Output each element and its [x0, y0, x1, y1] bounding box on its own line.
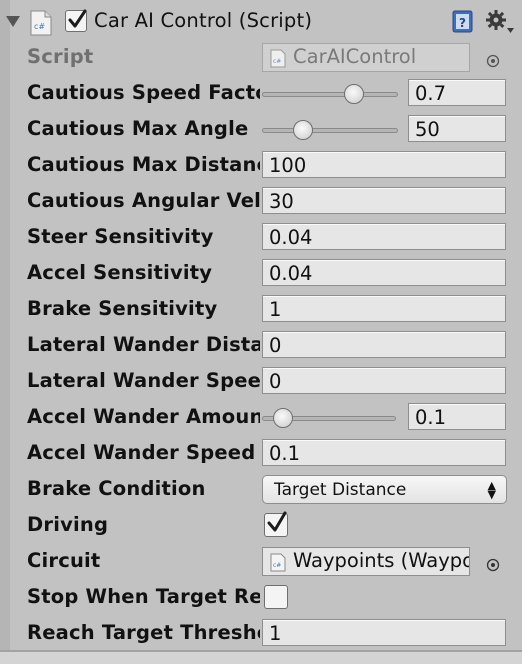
- circuit-label: Circuit: [27, 549, 101, 572]
- reach-target-threshold-row: Reach Target Threshold 1: [0, 616, 522, 652]
- svg-text:c#: c#: [34, 22, 45, 31]
- stop-when-target-reached-row: Stop When Target Reached: [0, 580, 522, 616]
- help-book-icon[interactable]: ?: [452, 10, 474, 34]
- cautious-angular-velocity-row: Cautious Angular Velocity 30: [0, 184, 522, 220]
- component-enabled-checkbox[interactable]: [65, 9, 87, 32]
- lateral-wander-speed-row: Lateral Wander Speed 0: [0, 364, 522, 400]
- triangle-down-icon[interactable]: [6, 16, 20, 27]
- svg-text:c#: c#: [273, 562, 281, 569]
- script-row: Script c# CarAIControl: [0, 40, 522, 76]
- brake-sensitivity-label: Brake Sensitivity: [27, 297, 218, 320]
- cautious-max-angle-slider-thumb[interactable]: [293, 120, 313, 140]
- accel-wander-amount-row: Accel Wander Amount 0.1: [0, 400, 522, 436]
- brake-condition-label: Brake Condition: [27, 477, 206, 500]
- accel-wander-speed-row: Accel Wander Speed 0.1: [0, 436, 522, 472]
- lateral-wander-distance-input[interactable]: 0: [262, 331, 506, 358]
- accel-wander-amount-label: Accel Wander Amount: [27, 405, 260, 428]
- panel-footer: [0, 652, 522, 664]
- brake-sensitivity-row: Brake Sensitivity 1: [0, 292, 522, 328]
- cautious-angular-velocity-input[interactable]: 30: [262, 187, 506, 214]
- accel-wander-amount-slider-thumb[interactable]: [273, 408, 293, 428]
- steer-sensitivity-row: Steer Sensitivity 0.04: [0, 220, 522, 256]
- brake-condition-dropdown[interactable]: Target Distance ▲ ▼: [262, 475, 507, 504]
- script-label: Script: [27, 45, 94, 68]
- accel-sensitivity-label: Accel Sensitivity: [27, 261, 213, 284]
- steer-sensitivity-label: Steer Sensitivity: [27, 225, 214, 248]
- cautious-max-distance-label: Cautious Max Distance: [27, 153, 260, 176]
- cautious-speed-factor-label: Cautious Speed Factor: [27, 81, 260, 104]
- cautious-speed-factor-slider-track[interactable]: [262, 92, 398, 97]
- reach-target-threshold-label: Reach Target Threshold: [27, 621, 260, 644]
- lateral-wander-speed-input[interactable]: 0: [262, 367, 506, 394]
- accel-wander-speed-input[interactable]: 0.1: [262, 439, 506, 466]
- brake-sensitivity-input[interactable]: 1: [262, 295, 506, 322]
- component-title: Car AI Control (Script): [94, 9, 313, 32]
- brake-condition-value: Target Distance: [274, 480, 407, 500]
- cautious-max-angle-input[interactable]: 50: [408, 115, 506, 142]
- csharp-script-icon: c#: [30, 10, 52, 36]
- steer-sensitivity-input[interactable]: 0.04: [262, 223, 506, 250]
- accel-sensitivity-row: Accel Sensitivity 0.04: [0, 256, 522, 292]
- cautious-max-angle-row: Cautious Max Angle 50: [0, 112, 522, 148]
- cautious-max-angle-slider-track[interactable]: [262, 128, 398, 133]
- object-picker-icon: [486, 50, 500, 68]
- cautious-speed-factor-slider-thumb[interactable]: [344, 84, 364, 104]
- script-field: c# CarAIControl: [262, 43, 470, 72]
- csharp-script-icon: c#: [270, 553, 286, 572]
- stop-when-target-reached-checkbox[interactable]: [264, 585, 288, 609]
- accel-wander-amount-input[interactable]: 0.1: [408, 403, 506, 430]
- cautious-angular-velocity-label: Cautious Angular Velocity: [27, 189, 260, 212]
- circuit-row: Circuit c# Waypoints (WaypointCircuit): [0, 544, 522, 580]
- cautious-max-distance-row: Cautious Max Distance 100: [0, 148, 522, 184]
- cautious-speed-factor-input[interactable]: 0.7: [408, 79, 506, 106]
- svg-text:c#: c#: [273, 58, 281, 65]
- cautious-max-angle-label: Cautious Max Angle: [27, 117, 249, 140]
- circuit-object-field[interactable]: c# Waypoints (WaypointCircuit): [262, 547, 470, 576]
- brake-condition-row: Brake Condition Target Distance ▲ ▼: [0, 472, 522, 508]
- stop-when-target-reached-label: Stop When Target Reached: [27, 585, 260, 608]
- lateral-wander-distance-row: Lateral Wander Distance 0: [0, 328, 522, 364]
- object-picker-icon[interactable]: [486, 554, 500, 572]
- cautious-speed-factor-row: Cautious Speed Factor 0.7: [0, 76, 522, 112]
- circuit-value: Waypoints (WaypointCircuit): [293, 549, 469, 572]
- driving-checkbox[interactable]: [264, 511, 288, 537]
- driving-row: Driving: [0, 508, 522, 544]
- driving-label: Driving: [27, 513, 109, 536]
- gear-icon[interactable]: [485, 8, 515, 36]
- reach-target-threshold-input[interactable]: 1: [262, 619, 506, 646]
- component-header: c# Car AI Control (Script) ?: [0, 0, 522, 44]
- inspector-panel: c# Car AI Control (Script) ? Script c# C…: [0, 0, 522, 664]
- accel-sensitivity-input[interactable]: 0.04: [262, 259, 506, 286]
- script-value: CarAIControl: [293, 45, 417, 68]
- svg-text:?: ?: [459, 16, 466, 30]
- lateral-wander-speed-label: Lateral Wander Speed: [27, 369, 260, 392]
- lateral-wander-distance-label: Lateral Wander Distance: [27, 333, 260, 356]
- cautious-max-distance-input[interactable]: 100: [262, 151, 506, 178]
- csharp-script-icon: c#: [270, 49, 286, 68]
- dropdown-arrows-icon: ▲ ▼: [487, 479, 496, 501]
- accel-wander-speed-label: Accel Wander Speed: [27, 441, 256, 464]
